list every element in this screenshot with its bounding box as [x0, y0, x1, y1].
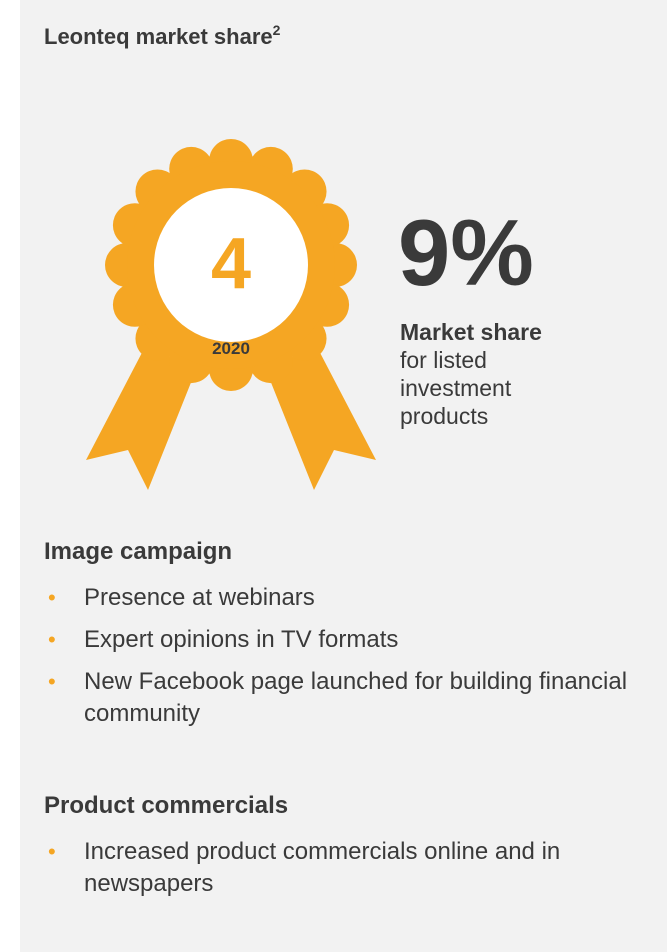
bullet-icon: • — [48, 585, 56, 610]
bullet-icon: • — [48, 839, 56, 864]
product-commercials-list: • Increased product commercials online an… — [44, 836, 644, 910]
footnote-marker: 2 — [272, 22, 281, 38]
market-share-label: Market share for listed investment produ… — [400, 319, 542, 429]
list-item: • Expert opinions in TV formats — [44, 624, 644, 656]
image-campaign-heading: Image campaign — [44, 538, 233, 565]
list-item: • New Facebook page launched for building… — [48, 668, 628, 727]
award-rosette-icon: 4 2020 — [86, 139, 376, 490]
market-share-value: 9% — [398, 200, 534, 305]
badge-year: 2020 — [212, 339, 250, 358]
bullet-icon: • — [48, 627, 56, 652]
image-campaign-list: • Presence at webinars • Expert opinions i… — [44, 582, 644, 740]
list-item: • Presence at webinars — [44, 582, 644, 614]
list-item: • Increased product commercials online an… — [48, 838, 561, 897]
rank-number: 4 — [211, 224, 251, 304]
product-commercials-heading: Product commercials — [44, 792, 289, 819]
bullet-icon: • — [48, 669, 56, 694]
page-title: Leonteq market share2 — [44, 22, 281, 49]
